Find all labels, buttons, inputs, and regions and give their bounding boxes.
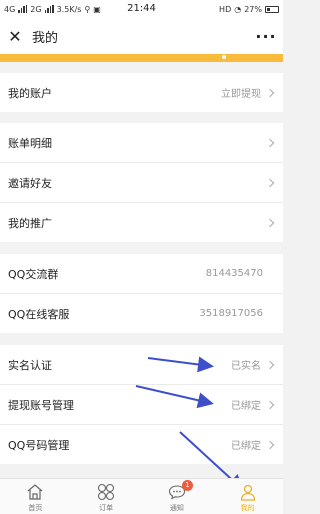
row-label: 提现账号管理 xyxy=(8,398,74,412)
row-real-name-auth[interactable]: 实名认证 已实名 xyxy=(0,345,283,384)
tab-notifications[interactable]: 1 通知 xyxy=(142,479,213,514)
network-label-1: 4G xyxy=(4,4,16,14)
row-value: 3518917056 xyxy=(199,308,263,319)
usb-icon: ⚲ xyxy=(84,4,91,14)
status-right: HD ◔ 27% xyxy=(219,5,279,14)
tab-orders[interactable]: 订单 xyxy=(71,479,142,514)
notification-badge: 1 xyxy=(181,480,193,491)
row-value: 已绑定 xyxy=(231,441,261,452)
row-my-promotion[interactable]: 我的推广 xyxy=(0,203,283,242)
order-icon xyxy=(96,483,116,501)
hd-label: HD xyxy=(219,4,232,14)
banner-indicator-dot xyxy=(222,55,226,59)
row-qq-group[interactable]: QQ交流群 814435470 xyxy=(0,254,283,293)
wifi-icon: ◔ xyxy=(234,4,242,14)
status-left: 4G 2G 3.5K/s ⚲ ▣ xyxy=(4,5,101,14)
row-value: 已实名 xyxy=(231,361,261,372)
tab-label: 通知 xyxy=(169,504,184,512)
tab-home[interactable]: 首页 xyxy=(0,479,71,514)
title-bar: ✕ 我的 ··· xyxy=(0,18,283,54)
close-icon[interactable]: ✕ xyxy=(4,25,26,47)
chevron-right-icon xyxy=(265,88,275,97)
row-value: 立即提现 xyxy=(221,89,261,100)
row-my-account[interactable]: 我的账户 立即提现 xyxy=(0,73,283,112)
battery-icon xyxy=(265,5,279,13)
row-label: 邀请好友 xyxy=(8,176,52,190)
row-label: QQ交流群 xyxy=(8,267,59,281)
row-bill-details[interactable]: 账单明细 xyxy=(0,123,283,162)
row-label: 实名认证 xyxy=(8,358,52,372)
tab-bar: 首页 订单 1 通知 我的 xyxy=(0,478,283,514)
more-icon[interactable]: ··· xyxy=(253,25,279,47)
chevron-right-icon xyxy=(265,440,275,449)
row-qq-number[interactable]: QQ号码管理 已绑定 xyxy=(0,425,283,464)
row-withdraw-account[interactable]: 提现账号管理 已绑定 xyxy=(0,385,283,424)
tab-label: 订单 xyxy=(99,504,114,512)
chevron-right-icon xyxy=(265,360,275,369)
row-label: QQ号码管理 xyxy=(8,438,70,452)
row-qq-service[interactable]: QQ在线客服 3518917056 xyxy=(0,294,283,333)
row-label: 账单明细 xyxy=(8,136,52,150)
row-value: 已绑定 xyxy=(231,401,261,412)
notification-icon: ▣ xyxy=(93,4,101,14)
network-label-2: 2G xyxy=(30,4,42,14)
tab-label: 首页 xyxy=(28,504,43,512)
signal-icon xyxy=(18,5,28,13)
network-speed: 3.5K/s xyxy=(56,4,82,14)
battery-label: 27% xyxy=(244,4,262,14)
row-label: 我的账户 xyxy=(8,86,52,100)
chevron-right-icon xyxy=(265,400,275,409)
chevron-right-icon xyxy=(265,218,275,227)
banner xyxy=(0,54,283,62)
home-icon xyxy=(25,483,45,501)
page-title: 我的 xyxy=(32,30,59,46)
chevron-right-icon xyxy=(265,178,275,187)
status-time: 21:44 xyxy=(127,3,156,14)
user-icon xyxy=(238,483,258,501)
row-invite-friends[interactable]: 邀请好友 xyxy=(0,163,283,202)
row-label: QQ在线客服 xyxy=(8,307,70,321)
tab-mine[interactable]: 我的 xyxy=(212,479,283,514)
chevron-right-icon xyxy=(265,138,275,147)
row-label: 我的推广 xyxy=(8,216,52,230)
signal-icon-2 xyxy=(44,5,54,13)
tab-label: 我的 xyxy=(240,504,255,512)
row-value: 814435470 xyxy=(205,268,263,279)
